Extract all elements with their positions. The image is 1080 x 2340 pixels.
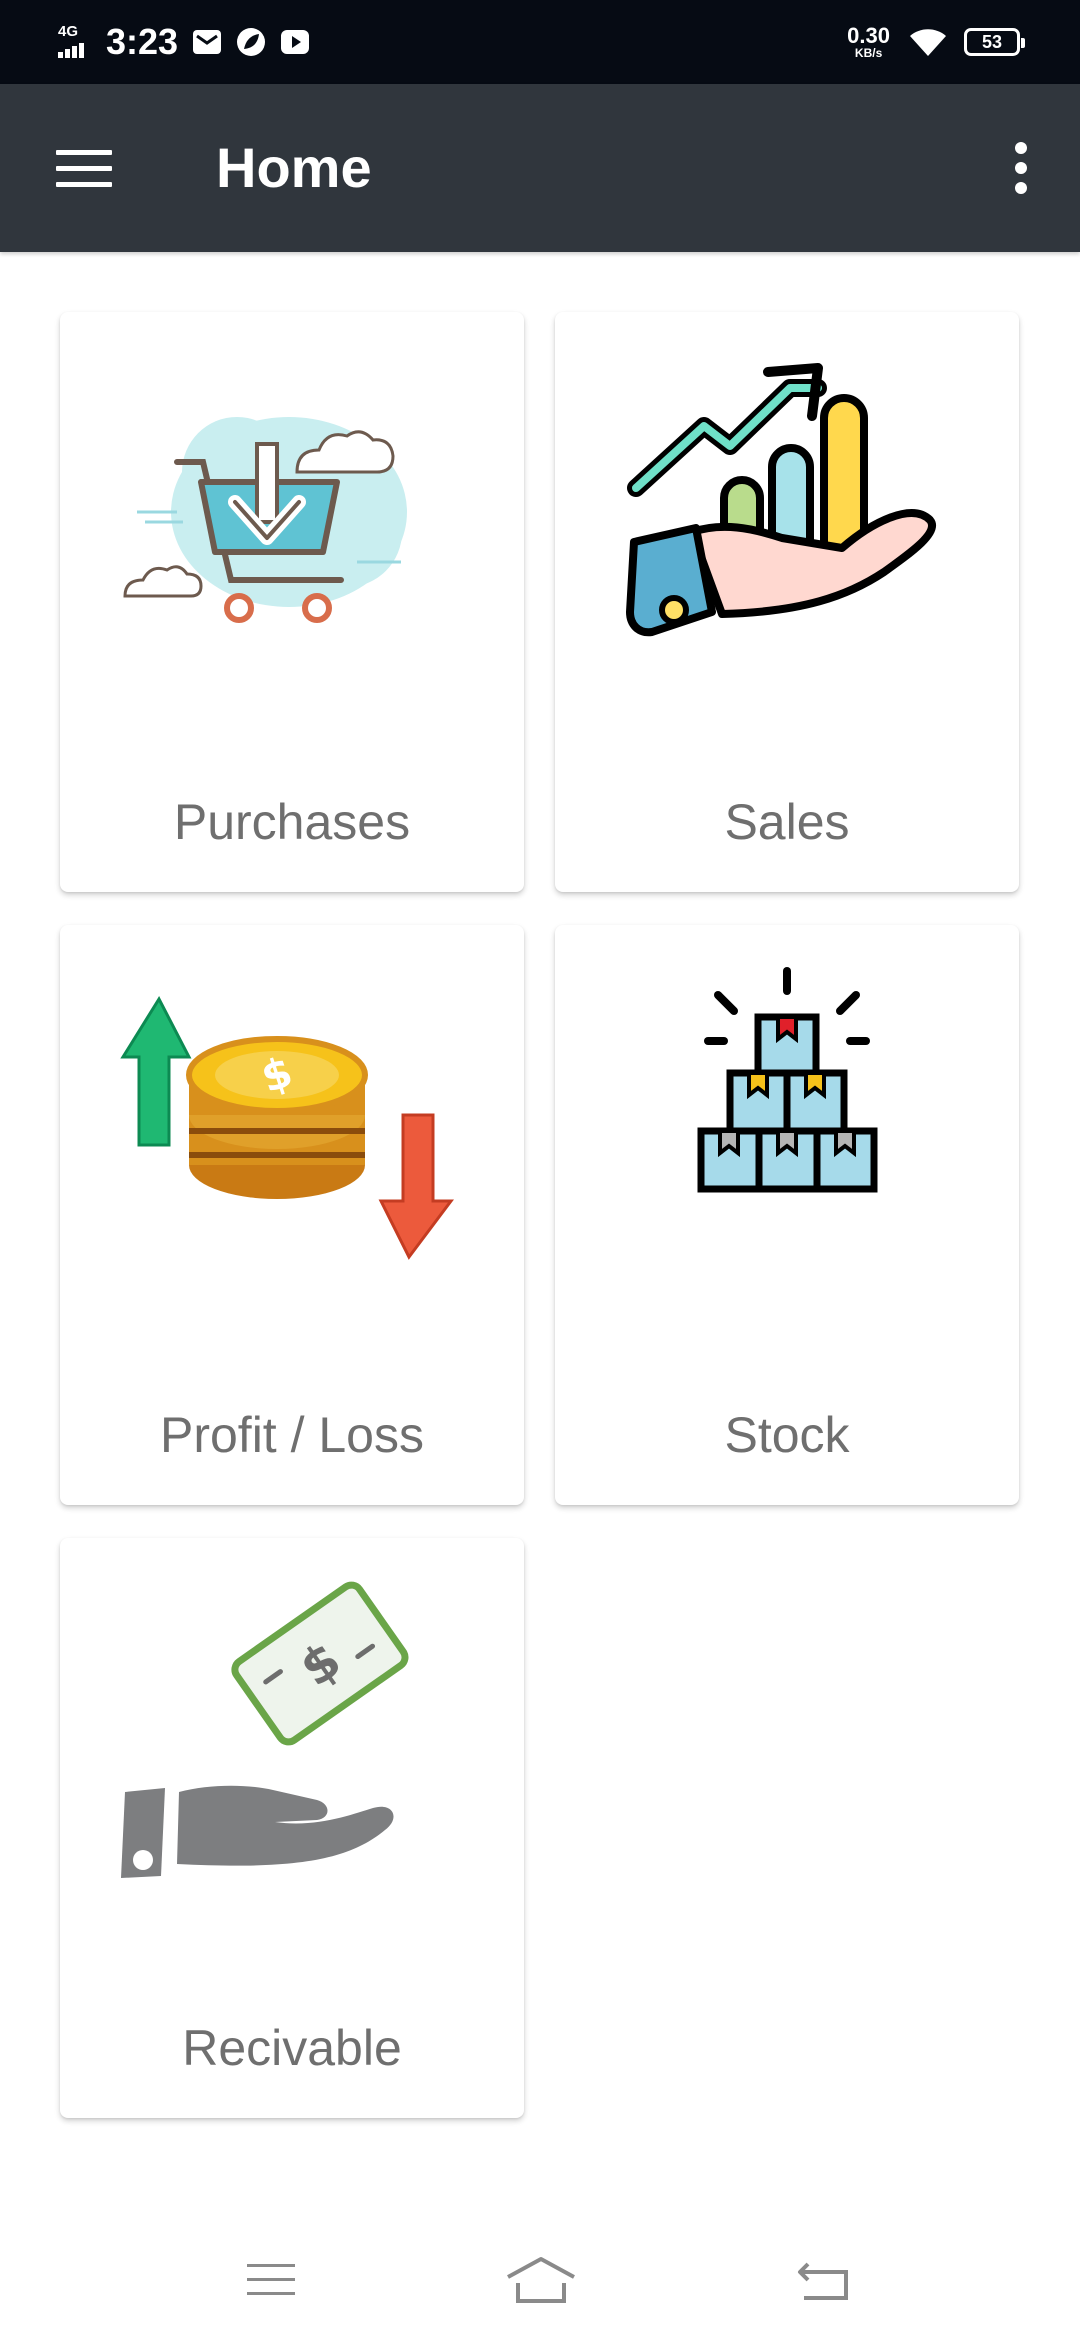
net-speed-unit: KB/s [854,46,883,60]
system-nav-bar [0,2220,1080,2340]
status-right: 0.30 KB/s 53 [847,20,1025,64]
signal-icon: 4G [58,22,94,62]
card-label: Stock [724,1407,850,1463]
mail-icon [192,27,222,57]
battery-icon: 53 [964,28,1025,56]
recents-button[interactable] [226,2250,316,2310]
stacked-boxes-icon [697,967,878,1193]
back-icon [798,2262,848,2300]
clock: 3:23 [106,21,179,62]
leaf-app-icon [236,27,266,57]
home-button[interactable] [496,2250,586,2310]
status-left: 4G 3:23 [58,20,324,64]
menu-button[interactable] [44,130,124,206]
card-recivable[interactable]: $ Recivable [60,1538,524,2118]
card-purchases[interactable]: Purchases [60,312,524,892]
app-bar: Home [0,84,1080,252]
network-type: 4G [58,23,79,40]
shopping-cart-download-icon [123,417,407,623]
hamburger-menu-icon [56,150,112,187]
hand-receiving-money-icon: $ [121,1581,409,1878]
more-vertical-icon [1015,142,1027,194]
card-label: Purchases [173,794,411,850]
card-sales[interactable]: Sales [555,312,1019,892]
back-button[interactable] [778,2250,868,2310]
status-bar: 4G 3:23 0.30 KB/s 53 [0,0,1080,84]
page-title: Home [216,136,372,199]
coins-up-down-arrows-icon: $ [120,995,454,1260]
card-label: Sales [724,794,850,850]
overflow-menu-button[interactable] [988,130,1054,206]
recents-menu-icon [247,2264,295,2295]
home-icon [507,2257,575,2303]
battery-level: 53 [981,31,1003,52]
card-profit-loss[interactable]: $ Profit / Loss [60,925,524,1505]
card-label: Recivable [182,2020,402,2076]
wifi-icon [910,29,946,56]
hand-growth-chart-icon [626,363,936,637]
net-speed: 0.30 KB/s [847,23,890,60]
card-stock[interactable]: Stock [555,925,1019,1505]
net-speed-value: 0.30 [847,23,890,48]
youtube-icon [280,27,310,57]
card-label: Profit / Loss [160,1407,424,1463]
